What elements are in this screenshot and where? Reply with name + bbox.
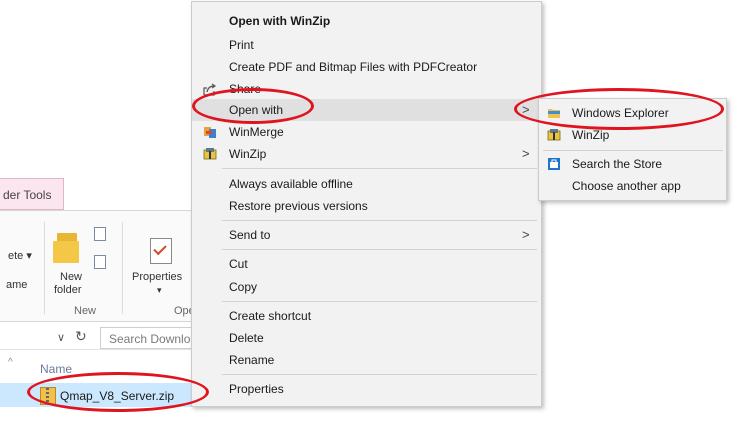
- chevron-right-icon: >: [522, 227, 530, 242]
- menu-item-send-to[interactable]: Send to >: [192, 224, 541, 246]
- sort-arrow-icon: ^: [8, 357, 13, 368]
- easy-access-icon[interactable]: [94, 255, 106, 269]
- store-icon: [548, 158, 560, 170]
- menu-item-copy[interactable]: Copy: [192, 276, 541, 298]
- name-column-header[interactable]: Name: [40, 362, 72, 376]
- chevron-right-icon: >: [522, 146, 530, 161]
- menu-item-open-with-winzip[interactable]: Open with WinZip: [192, 10, 541, 32]
- winzip-icon: [203, 148, 217, 160]
- menu-separator: [222, 301, 537, 302]
- menu-item-label: Restore previous versions: [229, 199, 368, 213]
- menu-item-label: Send to: [229, 228, 271, 242]
- menu-item-label: Delete: [229, 331, 264, 345]
- menu-item-winmerge[interactable]: WinMerge: [192, 121, 541, 143]
- menu-separator: [222, 168, 537, 169]
- menu-item-label: Open with WinZip: [229, 14, 331, 28]
- menu-item-label: Create PDF and Bitmap Files with PDFCrea…: [229, 60, 478, 74]
- new-item-icon[interactable]: [94, 227, 106, 241]
- winmerge-icon: [204, 127, 216, 138]
- group-divider: [44, 222, 45, 314]
- refresh-icon[interactable]: ↻: [75, 328, 87, 345]
- submenu-item-label: Choose another app: [572, 179, 681, 193]
- menu-item-label: WinMerge: [229, 125, 284, 139]
- submenu-item-choose-another-app[interactable]: Choose another app: [539, 175, 726, 197]
- new-folder-label-2[interactable]: folder: [54, 284, 82, 296]
- submenu-item-search-the-store[interactable]: Search the Store: [539, 153, 726, 175]
- menu-item-label: Copy: [229, 280, 258, 294]
- menu-separator: [543, 150, 723, 151]
- new-folder-icon: [53, 233, 79, 263]
- properties-dropdown[interactable]: ▾: [157, 285, 162, 296]
- menu-item-cut[interactable]: Cut: [192, 253, 541, 275]
- new-folder-label-1[interactable]: New: [60, 271, 82, 283]
- annotation-oval-windows-explorer: [514, 88, 724, 130]
- menu-item-create-shortcut[interactable]: Create shortcut: [192, 305, 541, 327]
- menu-item-label: Print: [229, 38, 254, 52]
- menu-item-always-available-offline[interactable]: Always available offline: [192, 173, 541, 195]
- winzip-icon: [547, 129, 561, 141]
- tab-folder-tools[interactable]: der Tools: [0, 178, 64, 210]
- menu-item-print[interactable]: Print: [192, 34, 541, 56]
- menu-item-rename[interactable]: Rename: [192, 349, 541, 371]
- group-divider: [122, 222, 123, 314]
- context-menu: Open with WinZip Print Create PDF and Bi…: [191, 1, 542, 407]
- menu-separator: [222, 220, 537, 221]
- menu-item-restore-previous-versions[interactable]: Restore previous versions: [192, 195, 541, 217]
- menu-item-delete[interactable]: Delete: [192, 327, 541, 349]
- properties-icon: [150, 238, 172, 264]
- menu-item-label: Rename: [229, 353, 275, 367]
- menu-item-label: Properties: [229, 382, 284, 396]
- menu-item-label: Cut: [229, 257, 248, 271]
- group-label-new: New: [74, 305, 97, 317]
- menu-item-properties[interactable]: Properties: [192, 378, 541, 400]
- menu-separator: [222, 374, 537, 375]
- annotation-oval-zip-file: [27, 372, 209, 412]
- menu-item-label: WinZip: [229, 147, 267, 161]
- delete-button[interactable]: ete ▾: [8, 249, 32, 262]
- history-dropdown-icon[interactable]: ∨: [57, 331, 65, 344]
- rename-button[interactable]: ame: [6, 279, 27, 291]
- properties-button[interactable]: Properties: [132, 271, 182, 283]
- menu-item-pdfcreator[interactable]: Create PDF and Bitmap Files with PDFCrea…: [192, 56, 541, 78]
- menu-separator: [222, 249, 537, 250]
- menu-item-label: Create shortcut: [229, 309, 312, 323]
- menu-item-label: Always available offline: [229, 177, 353, 191]
- submenu-item-label: Search the Store: [572, 157, 663, 171]
- annotation-oval-open-with: [192, 88, 314, 124]
- menu-item-winzip[interactable]: WinZip >: [192, 143, 541, 165]
